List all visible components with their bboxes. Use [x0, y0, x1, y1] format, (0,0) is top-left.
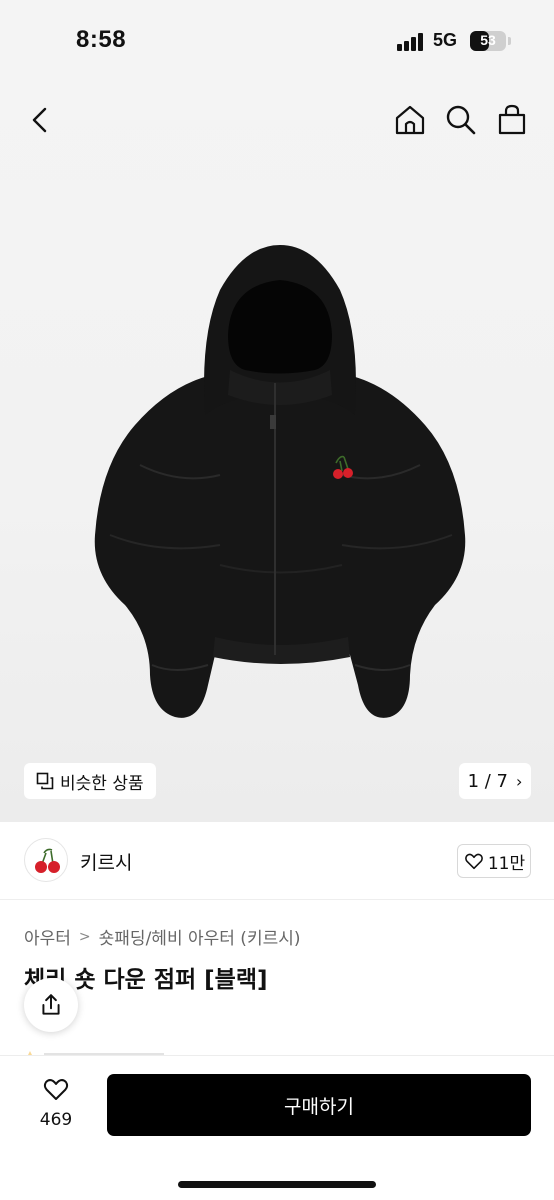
similar-products-label: 비슷한 상품: [60, 773, 144, 794]
total-pages: 7: [496, 770, 508, 792]
share-icon: [42, 994, 60, 1015]
product-page: 8:58 5G 53 비슷한 상품 1 / 7 › 키르시 11만 아우터 > …: [0, 0, 554, 1200]
brand-row[interactable]: 키르시 11만: [0, 822, 554, 900]
breadcrumb-subcategory[interactable]: 숏패딩/헤비 아우터 (키르시): [99, 924, 301, 949]
breadcrumb-category[interactable]: 아우터: [24, 924, 71, 949]
cart-button[interactable]: [492, 100, 532, 140]
counter-separator: /: [479, 770, 497, 792]
image-counter-button[interactable]: 1 / 7 ›: [459, 763, 531, 799]
bottom-action-bar: 469 구매하기: [0, 1055, 554, 1200]
shopping-bag-icon: [498, 104, 526, 135]
home-icon: [395, 105, 425, 135]
share-button[interactable]: [24, 978, 78, 1032]
product-image-jacket: [94, 245, 466, 718]
status-time: 8:58: [76, 26, 127, 53]
copy-icon: [36, 772, 54, 790]
cherry-icon: [35, 848, 60, 873]
battery-icon: 53: [470, 31, 506, 51]
current-page: 1: [467, 770, 480, 792]
wishlist-count: 469: [39, 1110, 73, 1130]
home-indicator: [178, 1181, 376, 1188]
buy-button-label: 구매하기: [284, 1095, 354, 1118]
brand-name[interactable]: 키르시: [80, 848, 132, 875]
heart-icon: [464, 853, 483, 870]
chevron-right-icon: ›: [516, 771, 523, 791]
similar-products-button[interactable]: 비슷한 상품: [24, 763, 156, 799]
breadcrumb: 아우터 > 숏패딩/헤비 아우터 (키르시): [24, 924, 301, 950]
search-button[interactable]: [441, 100, 481, 140]
wishlist-button[interactable]: 469: [30, 1074, 82, 1130]
battery-cap: [508, 37, 511, 45]
brand-like-count: 11만: [487, 853, 526, 874]
network-label: 5G: [433, 30, 458, 50]
home-button[interactable]: [390, 100, 430, 140]
battery-level: 53: [480, 32, 496, 48]
search-icon: [446, 105, 476, 135]
signal-icon: [397, 33, 427, 51]
heart-icon: [43, 1079, 69, 1100]
status-bar: 8:58 5G 53: [0, 0, 554, 80]
back-button[interactable]: [20, 100, 60, 140]
chevron-left-icon: [32, 107, 47, 133]
brand-like-button[interactable]: 11만: [457, 844, 531, 878]
brand-logo[interactable]: [24, 838, 68, 882]
chevron-right-icon: >: [78, 928, 91, 945]
product-image-gallery[interactable]: 8:58 5G 53 비슷한 상품 1 / 7 ›: [0, 0, 554, 822]
buy-button[interactable]: 구매하기: [107, 1074, 531, 1136]
